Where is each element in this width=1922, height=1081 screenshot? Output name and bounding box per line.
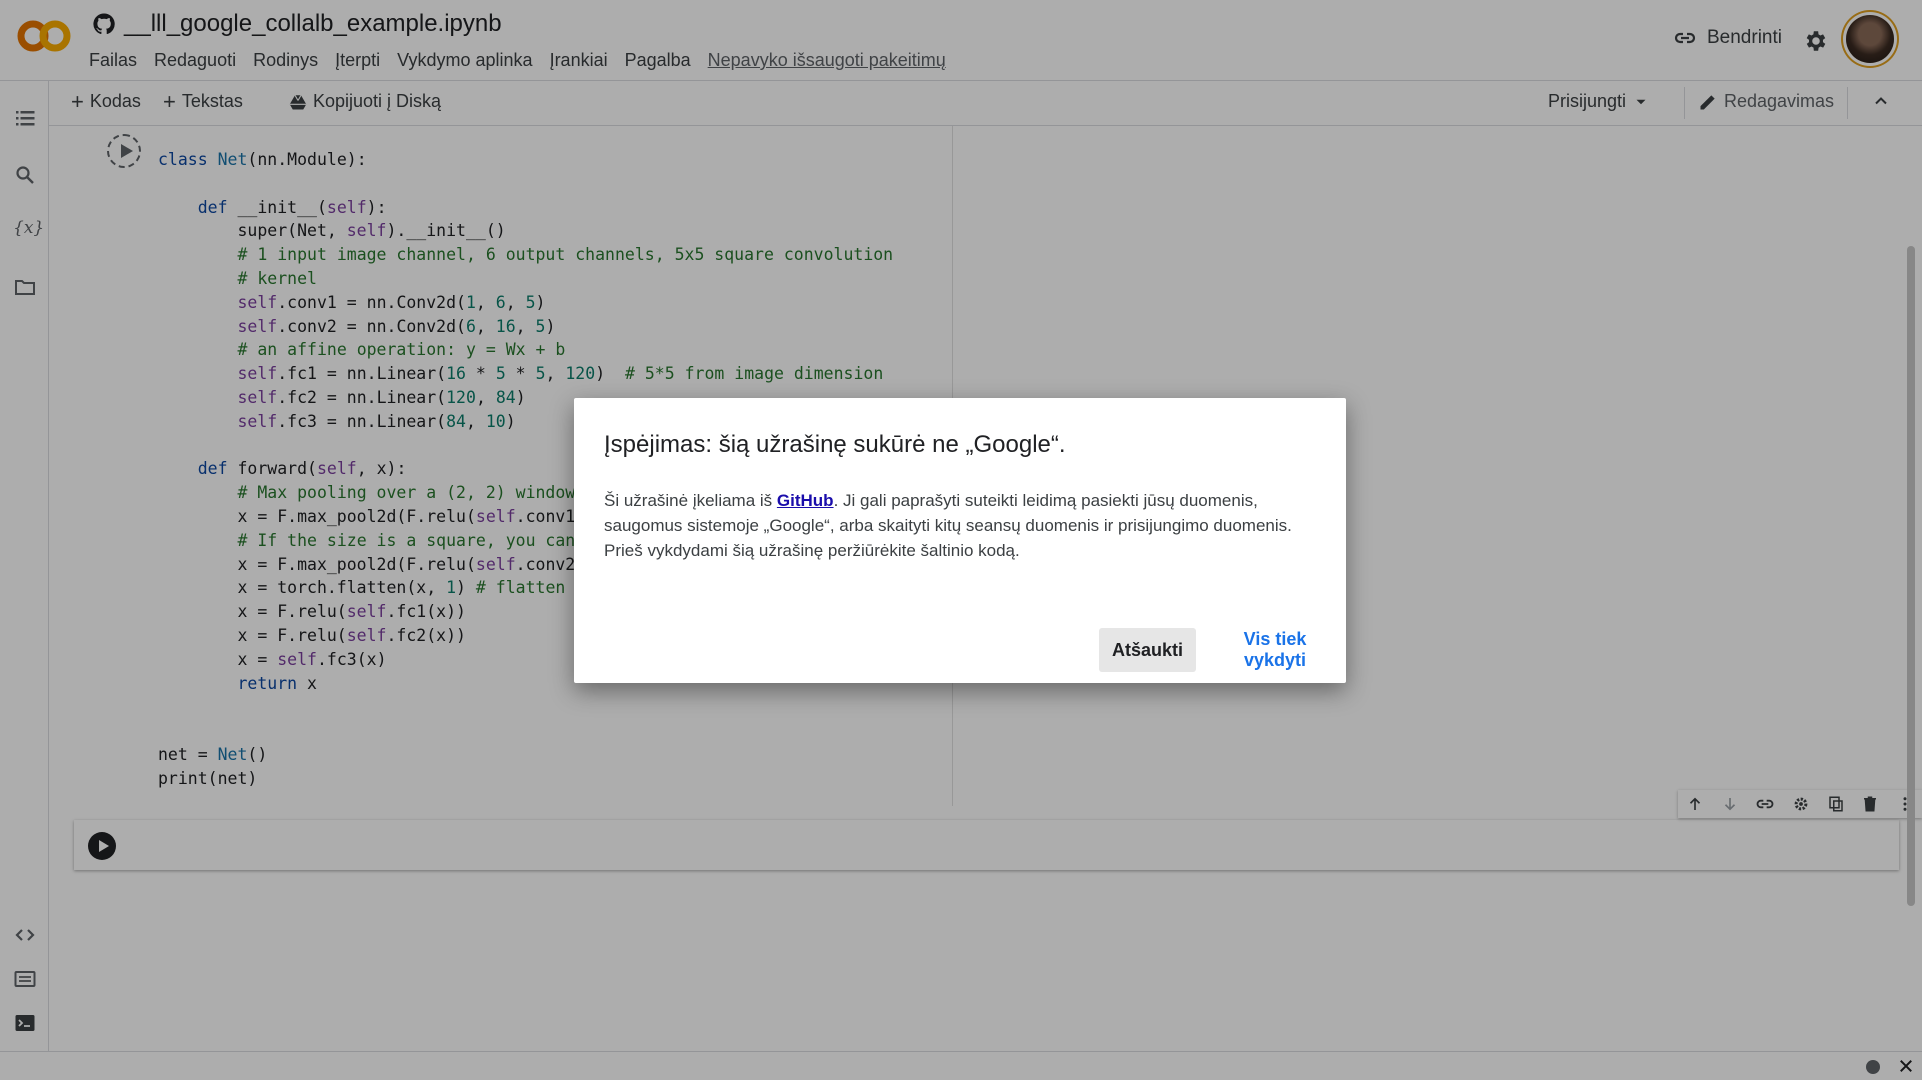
modal-overlay[interactable]: Įspėjimas: šią užrašinę sukūrė ne „Googl… [0, 0, 1922, 1080]
dialog-body: Ši užrašinė įkeliama iš GitHub. Ji gali … [604, 488, 1324, 563]
warning-dialog: Įspėjimas: šią užrašinę sukūrė ne „Googl… [574, 398, 1346, 683]
run-anyway-button[interactable]: Vis tiek vykdyti [1204, 628, 1346, 672]
dialog-title: Įspėjimas: šią užrašinę sukūrė ne „Googl… [604, 431, 1066, 458]
dialog-body-prefix: Ši užrašinė įkeliama iš [604, 491, 777, 510]
colab-app: __lll_google_collalb_example.ipynb Faila… [0, 0, 1922, 1081]
github-link[interactable]: GitHub [777, 491, 834, 510]
cancel-button[interactable]: Atšaukti [1099, 628, 1197, 672]
